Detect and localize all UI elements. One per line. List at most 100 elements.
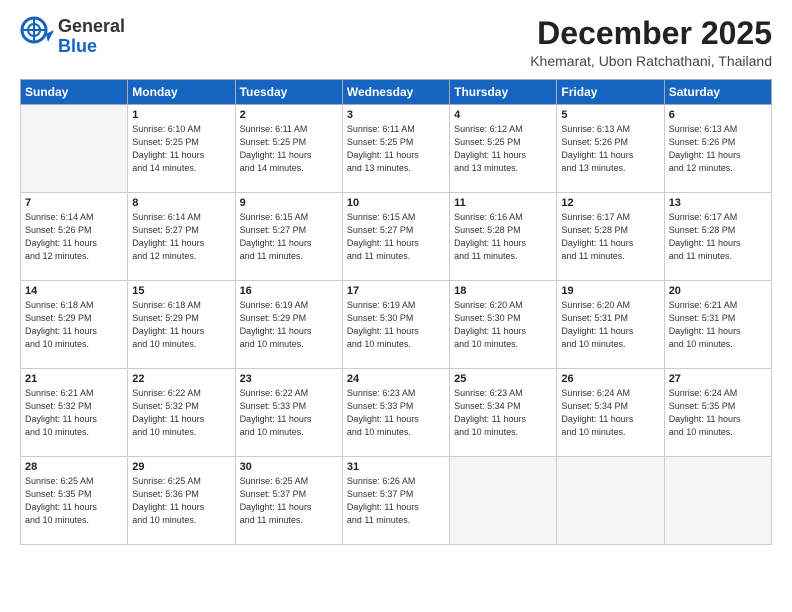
day-info: Sunrise: 6:20 AM Sunset: 5:31 PM Dayligh…: [561, 299, 659, 351]
day-info: Sunrise: 6:12 AM Sunset: 5:25 PM Dayligh…: [454, 123, 552, 175]
col-header-monday: Monday: [128, 80, 235, 105]
day-number: 5: [561, 109, 659, 121]
location-title: Khemarat, Ubon Ratchathani, Thailand: [530, 53, 772, 69]
day-info: Sunrise: 6:22 AM Sunset: 5:33 PM Dayligh…: [240, 387, 338, 439]
calendar-cell: 5 Sunrise: 6:13 AM Sunset: 5:26 PM Daylig…: [557, 105, 664, 193]
logo-icon: [20, 16, 56, 52]
day-number: 26: [561, 373, 659, 385]
logo: General Blue: [20, 16, 125, 57]
week-row-5: 28Sunrise: 6:25 AM Sunset: 5:35 PM Dayli…: [21, 457, 772, 545]
calendar-cell: 13Sunrise: 6:17 AM Sunset: 5:28 PM Dayli…: [664, 193, 771, 281]
day-number: 28: [25, 461, 123, 473]
calendar-cell: 7 Sunrise: 6:14 AM Sunset: 5:26 PM Daylig…: [21, 193, 128, 281]
day-info: Sunrise: 6:22 AM Sunset: 5:32 PM Dayligh…: [132, 387, 230, 439]
page-container: General Blue December 2025 Khemarat, Ubo…: [0, 0, 792, 555]
day-number: 6: [669, 109, 767, 121]
calendar-cell: 17Sunrise: 6:19 AM Sunset: 5:30 PM Dayli…: [342, 281, 449, 369]
col-header-tuesday: Tuesday: [235, 80, 342, 105]
day-number: 27: [669, 373, 767, 385]
day-number: 18: [454, 285, 552, 297]
day-info: Sunrise: 6:24 AM Sunset: 5:35 PM Dayligh…: [669, 387, 767, 439]
day-number: 25: [454, 373, 552, 385]
day-info: Sunrise: 6:21 AM Sunset: 5:32 PM Dayligh…: [25, 387, 123, 439]
day-number: 20: [669, 285, 767, 297]
day-number: 9: [240, 197, 338, 209]
calendar-cell: 4 Sunrise: 6:12 AM Sunset: 5:25 PM Daylig…: [450, 105, 557, 193]
day-number: 14: [25, 285, 123, 297]
calendar-cell: 29Sunrise: 6:25 AM Sunset: 5:36 PM Dayli…: [128, 457, 235, 545]
calendar-cell: 30 Sunrise: 6:25 AM Sunset: 5:37 PM Dayli…: [235, 457, 342, 545]
title-block: December 2025 Khemarat, Ubon Ratchathani…: [530, 16, 772, 69]
week-row-4: 21 Sunrise: 6:21 AM Sunset: 5:32 PM Dayli…: [21, 369, 772, 457]
day-number: 30: [240, 461, 338, 473]
day-info: Sunrise: 6:19 AM Sunset: 5:30 PM Dayligh…: [347, 299, 445, 351]
day-info: Sunrise: 6:18 AM Sunset: 5:29 PM Dayligh…: [25, 299, 123, 351]
month-title: December 2025: [530, 16, 772, 51]
day-number: 7: [25, 197, 123, 209]
day-info: Sunrise: 6:17 AM Sunset: 5:28 PM Dayligh…: [669, 211, 767, 263]
calendar-cell: [557, 457, 664, 545]
day-info: Sunrise: 6:15 AM Sunset: 5:27 PM Dayligh…: [347, 211, 445, 263]
col-header-sunday: Sunday: [21, 80, 128, 105]
calendar-cell: 15Sunrise: 6:18 AM Sunset: 5:29 PM Dayli…: [128, 281, 235, 369]
day-info: Sunrise: 6:25 AM Sunset: 5:36 PM Dayligh…: [132, 475, 230, 527]
calendar-cell: [21, 105, 128, 193]
calendar-cell: 1 Sunrise: 6:10 AM Sunset: 5:25 PM Daylig…: [128, 105, 235, 193]
calendar-cell: 21 Sunrise: 6:21 AM Sunset: 5:32 PM Dayli…: [21, 369, 128, 457]
calendar-cell: 27 Sunrise: 6:24 AM Sunset: 5:35 PM Dayli…: [664, 369, 771, 457]
day-info: Sunrise: 6:23 AM Sunset: 5:34 PM Dayligh…: [454, 387, 552, 439]
calendar-cell: 9Sunrise: 6:15 AM Sunset: 5:27 PM Daylig…: [235, 193, 342, 281]
calendar-cell: 14 Sunrise: 6:18 AM Sunset: 5:29 PM Dayli…: [21, 281, 128, 369]
day-info: Sunrise: 6:14 AM Sunset: 5:26 PM Dayligh…: [25, 211, 123, 263]
week-row-1: 1 Sunrise: 6:10 AM Sunset: 5:25 PM Daylig…: [21, 105, 772, 193]
day-number: 10: [347, 197, 445, 209]
calendar-cell: 20 Sunrise: 6:21 AM Sunset: 5:31 PM Dayli…: [664, 281, 771, 369]
logo-blue: Blue: [58, 37, 125, 57]
day-info: Sunrise: 6:11 AM Sunset: 5:25 PM Dayligh…: [240, 123, 338, 175]
day-number: 16: [240, 285, 338, 297]
day-info: Sunrise: 6:17 AM Sunset: 5:28 PM Dayligh…: [561, 211, 659, 263]
day-info: Sunrise: 6:21 AM Sunset: 5:31 PM Dayligh…: [669, 299, 767, 351]
day-number: 4: [454, 109, 552, 121]
day-info: Sunrise: 6:23 AM Sunset: 5:33 PM Dayligh…: [347, 387, 445, 439]
day-number: 11: [454, 197, 552, 209]
calendar-cell: 23Sunrise: 6:22 AM Sunset: 5:33 PM Dayli…: [235, 369, 342, 457]
day-number: 24: [347, 373, 445, 385]
calendar-cell: 16Sunrise: 6:19 AM Sunset: 5:29 PM Dayli…: [235, 281, 342, 369]
day-info: Sunrise: 6:20 AM Sunset: 5:30 PM Dayligh…: [454, 299, 552, 351]
col-header-wednesday: Wednesday: [342, 80, 449, 105]
day-info: Sunrise: 6:10 AM Sunset: 5:25 PM Dayligh…: [132, 123, 230, 175]
calendar-table: SundayMondayTuesdayWednesdayThursdayFrid…: [20, 79, 772, 545]
logo-general: General: [58, 17, 125, 37]
calendar-cell: 24 Sunrise: 6:23 AM Sunset: 5:33 PM Dayli…: [342, 369, 449, 457]
day-number: 1: [132, 109, 230, 121]
week-row-3: 14 Sunrise: 6:18 AM Sunset: 5:29 PM Dayli…: [21, 281, 772, 369]
day-number: 8: [132, 197, 230, 209]
calendar-cell: 26 Sunrise: 6:24 AM Sunset: 5:34 PM Dayli…: [557, 369, 664, 457]
page-header: General Blue December 2025 Khemarat, Ubo…: [20, 16, 772, 69]
day-number: 21: [25, 373, 123, 385]
day-info: Sunrise: 6:18 AM Sunset: 5:29 PM Dayligh…: [132, 299, 230, 351]
week-row-2: 7 Sunrise: 6:14 AM Sunset: 5:26 PM Daylig…: [21, 193, 772, 281]
calendar-cell: 10 Sunrise: 6:15 AM Sunset: 5:27 PM Dayli…: [342, 193, 449, 281]
day-info: Sunrise: 6:25 AM Sunset: 5:37 PM Dayligh…: [240, 475, 338, 527]
day-info: Sunrise: 6:24 AM Sunset: 5:34 PM Dayligh…: [561, 387, 659, 439]
calendar-cell: 2Sunrise: 6:11 AM Sunset: 5:25 PM Daylig…: [235, 105, 342, 193]
calendar-cell: 6Sunrise: 6:13 AM Sunset: 5:26 PM Daylig…: [664, 105, 771, 193]
calendar-cell: 8 Sunrise: 6:14 AM Sunset: 5:27 PM Daylig…: [128, 193, 235, 281]
calendar-cell: 19Sunrise: 6:20 AM Sunset: 5:31 PM Dayli…: [557, 281, 664, 369]
day-number: 12: [561, 197, 659, 209]
day-info: Sunrise: 6:26 AM Sunset: 5:37 PM Dayligh…: [347, 475, 445, 527]
calendar-cell: [664, 457, 771, 545]
day-number: 22: [132, 373, 230, 385]
calendar-header-row: SundayMondayTuesdayWednesdayThursdayFrid…: [21, 80, 772, 105]
day-info: Sunrise: 6:14 AM Sunset: 5:27 PM Dayligh…: [132, 211, 230, 263]
day-info: Sunrise: 6:11 AM Sunset: 5:25 PM Dayligh…: [347, 123, 445, 175]
col-header-friday: Friday: [557, 80, 664, 105]
calendar-cell: 18 Sunrise: 6:20 AM Sunset: 5:30 PM Dayli…: [450, 281, 557, 369]
calendar-cell: 31Sunrise: 6:26 AM Sunset: 5:37 PM Dayli…: [342, 457, 449, 545]
day-info: Sunrise: 6:13 AM Sunset: 5:26 PM Dayligh…: [561, 123, 659, 175]
calendar-cell: 3Sunrise: 6:11 AM Sunset: 5:25 PM Daylig…: [342, 105, 449, 193]
calendar-cell: 25 Sunrise: 6:23 AM Sunset: 5:34 PM Dayli…: [450, 369, 557, 457]
calendar-cell: 11Sunrise: 6:16 AM Sunset: 5:28 PM Dayli…: [450, 193, 557, 281]
